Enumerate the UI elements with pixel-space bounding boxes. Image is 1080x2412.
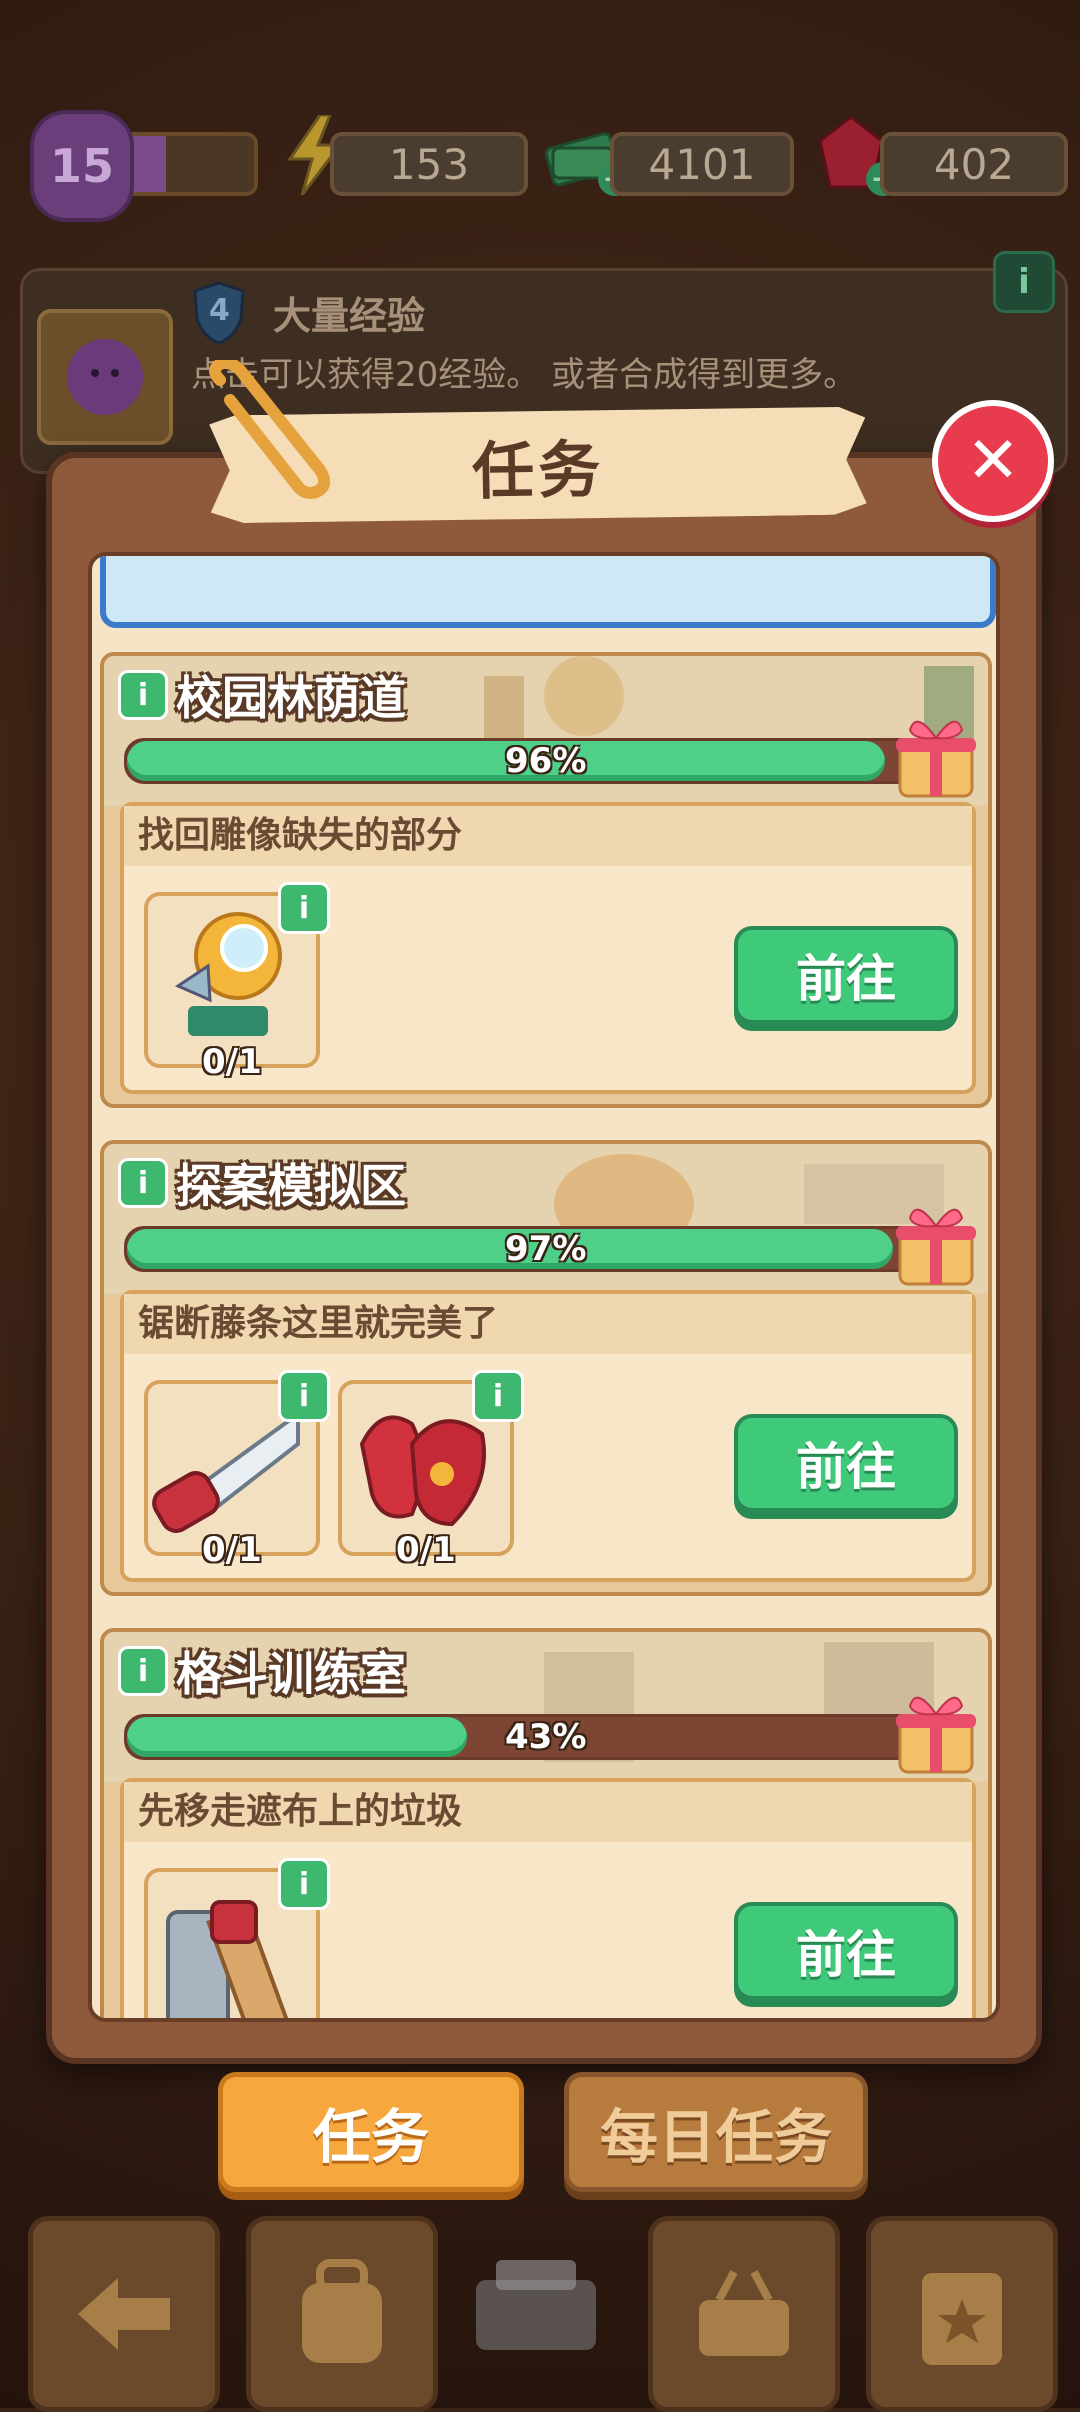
required-item-slot[interactable]: i 0/1 [338,1370,524,1570]
cash-counter: 4101 [610,132,794,196]
task-description: 先移走遮布上的垃圾 [124,1782,972,1842]
previous-card-stub [100,556,996,628]
required-item-slot[interactable]: i 0/1 [144,1370,330,1570]
toolbox-icon[interactable] [466,2240,606,2370]
gems-value: 402 [933,139,1015,189]
area-info-icon[interactable]: i [118,1646,168,1696]
progress-percent: 97% [505,1229,587,1269]
energy-counter: 153 [330,132,528,196]
info-icon[interactable]: i [993,251,1055,313]
go-button[interactable]: 前往 [734,926,958,1024]
area-progress-bar: 43% [124,1714,920,1760]
gift-box-icon[interactable] [894,1686,978,1776]
level-badge[interactable]: 15 [30,110,134,222]
area-progress-bar: 96% [124,738,920,784]
item-count: 0/1 [202,1530,262,1570]
area-progress-bar: 97% [124,1226,920,1272]
close-button[interactable]: ✕ [932,400,1054,522]
shop-basket-button[interactable] [648,2216,840,2412]
basket-icon [699,2270,789,2356]
back-button[interactable] [28,2216,220,2412]
info-title: 大量经验 [273,294,426,338]
level-number: 15 [49,139,114,193]
energy-value: 153 [388,139,470,189]
tab-tasks[interactable]: 任务 [218,2072,524,2192]
area-name: 校园林荫道 [176,671,406,725]
task-description: 找回雕像缺失的部分 [124,806,972,866]
backpack-button[interactable] [246,2216,438,2412]
gems-counter: 402 [880,132,1068,196]
tasks-list[interactable]: i 校园林荫道 96% 找回雕像缺失的部分 i 0/1 前往 i 探案模拟区 9… [88,552,1000,2022]
area-name: 格斗训练室 [176,1647,406,1701]
gift-box-icon[interactable] [894,1198,978,1288]
item-info-icon[interactable]: i [472,1370,524,1422]
go-button[interactable]: 前往 [734,1902,958,2000]
backpack-icon [302,2259,382,2363]
required-item-slot[interactable]: i [144,1858,330,2018]
item-info-icon[interactable]: i [278,1858,330,1910]
paperclip-icon [209,360,331,499]
bottom-nav [0,2210,1080,2412]
shield-number: 4 [209,293,230,328]
task-card: i 格斗训练室 43% 先移走遮布上的垃圾 i 前往 [100,1628,992,2018]
cash-value: 4101 [648,139,756,189]
tab-daily-tasks[interactable]: 每日任务 [564,2072,868,2192]
xp-item-slot[interactable] [37,309,173,445]
purple-blob-icon [67,339,143,415]
item-info-icon[interactable]: i [278,882,330,934]
item-info-icon[interactable]: i [278,1370,330,1422]
area-info-icon[interactable]: i [118,1158,168,1208]
tasks-dialog: i 校园林荫道 96% 找回雕像缺失的部分 i 0/1 前往 i 探案模拟区 9… [46,452,1042,2064]
task-box: 锯断藤条这里就完美了 i 0/1 i 0/1 前往 [120,1290,976,1582]
progress-percent: 43% [505,1717,587,1757]
clipboard-star-icon [922,2273,1002,2365]
back-arrow-icon [78,2278,170,2350]
task-box: 找回雕像缺失的部分 i 0/1 前往 [120,802,976,1094]
required-item-slot[interactable]: i 0/1 [144,882,330,1082]
resource-bar: 15 + 153 + 4101 + 402 [0,110,1080,222]
task-description: 锯断藤条这里就完美了 [124,1294,972,1354]
task-box: 先移走遮布上的垃圾 i 前往 [120,1778,976,2018]
area-name: 探案模拟区 [176,1159,406,1213]
task-card: i 校园林荫道 96% 找回雕像缺失的部分 i 0/1 前往 [100,652,992,1108]
go-button[interactable]: 前往 [734,1414,958,1512]
progress-percent: 96% [505,741,587,781]
gift-box-icon[interactable] [894,710,978,800]
item-count: 0/1 [202,1042,262,1082]
clipboard-button[interactable] [866,2216,1058,2412]
item-count: 0/1 [396,1530,456,1570]
area-info-icon[interactable]: i [118,670,168,720]
task-card: i 探案模拟区 97% 锯断藤条这里就完美了 i 0/1 i 0/1 前往 [100,1140,992,1596]
